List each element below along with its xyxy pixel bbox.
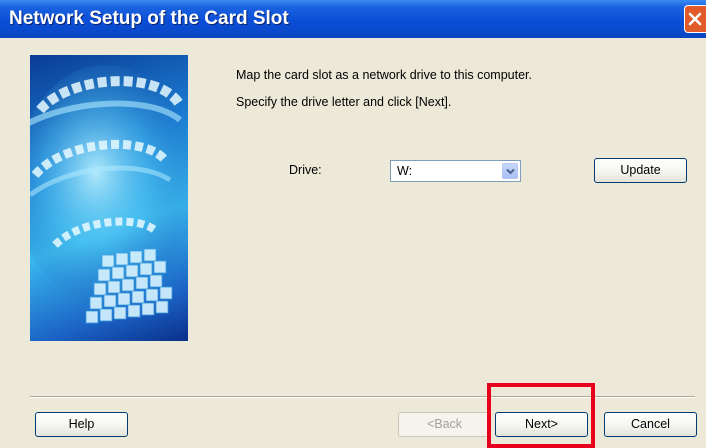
cancel-button[interactable]: Cancel <box>604 412 697 437</box>
update-button[interactable]: Update <box>594 158 687 183</box>
back-button[interactable]: <Back <box>398 412 491 437</box>
dropdown-arrow-button[interactable] <box>502 163 518 179</box>
instruction-line-2: Specify the drive letter and click [Next… <box>236 95 452 109</box>
title-bar: Network Setup of the Card Slot <box>0 0 706 38</box>
instruction-line-1: Map the card slot as a network drive to … <box>236 68 532 82</box>
setup-banner-image <box>30 55 188 341</box>
drive-label: Drive: <box>289 163 322 177</box>
window-title: Network Setup of the Card Slot <box>9 8 289 29</box>
close-icon <box>688 12 702 26</box>
drive-select-value: W: <box>397 164 413 178</box>
next-button[interactable]: Next> <box>495 412 588 437</box>
dialog-window: Network Setup of the Card Slot Map the c… <box>0 0 706 448</box>
chevron-down-icon <box>506 168 515 175</box>
drive-select[interactable]: W: <box>390 160 521 182</box>
separator-line <box>30 396 695 398</box>
help-button[interactable]: Help <box>35 412 128 437</box>
close-button[interactable] <box>684 5 706 33</box>
